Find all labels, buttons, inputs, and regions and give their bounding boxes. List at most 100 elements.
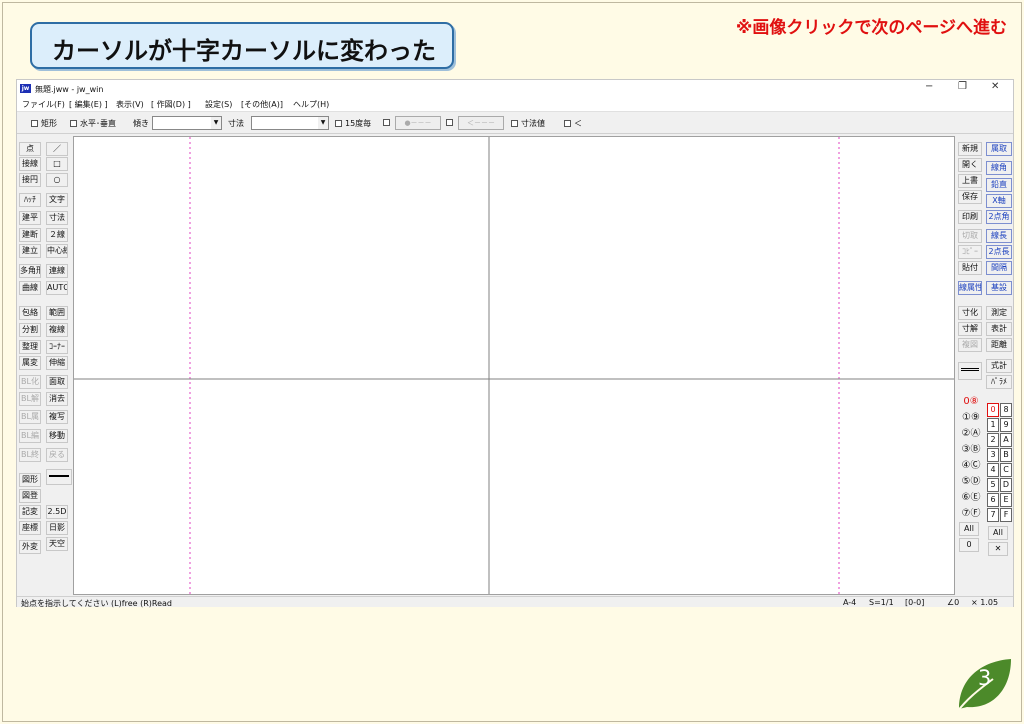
arrow2-checkbox[interactable] (446, 118, 456, 127)
left-tool-20[interactable]: 記変 (19, 505, 41, 519)
left-tool-19[interactable]: 図登 (19, 489, 41, 503)
right-tool-b-12[interactable]: 式計 (986, 359, 1012, 373)
left-tool-2[interactable]: 接円 (19, 173, 41, 187)
left-tool-1[interactable]: 接線 (19, 157, 41, 171)
layer-1[interactable]: 1 (987, 418, 999, 432)
left-tool-5[interactable]: 建断 (19, 228, 41, 242)
left-tool-b-19[interactable]: 2.5D (46, 505, 68, 519)
arrow1-button[interactable]: ●－－－ (395, 116, 441, 130)
right-tool-0[interactable]: 新規 (958, 142, 982, 156)
right-tool-b-3[interactable]: X軸 (986, 194, 1012, 208)
line-type-button[interactable] (46, 469, 72, 485)
left-tool-b-5[interactable]: ２線 (46, 228, 68, 242)
dimval-checkbox[interactable]: 寸法値 (511, 118, 545, 129)
right-tool-1[interactable]: 開く (958, 158, 982, 172)
layer-E[interactable]: E (1000, 493, 1012, 507)
next-page-notice[interactable]: ※画像クリックで次のページへ進む (736, 13, 1007, 38)
layers-all-button[interactable]: All (988, 526, 1008, 540)
right-tool-b-10[interactable]: 表計 (986, 322, 1012, 336)
left-tool-b-21[interactable]: 天空 (46, 537, 68, 551)
line-type-display[interactable] (958, 362, 982, 380)
left-tool-b-9[interactable]: 範囲 (46, 306, 68, 320)
layer-group-1[interactable]: ①⑨ (958, 412, 984, 426)
menu-view[interactable]: 表示(V) (116, 99, 144, 110)
menu-settings[interactable]: 設定(S) (205, 99, 232, 110)
layer-2[interactable]: 2 (987, 433, 999, 447)
left-tool-b-8[interactable]: AUTO (46, 281, 68, 295)
left-tool-12[interactable]: 属変 (19, 356, 41, 370)
arrow1-checkbox[interactable] (383, 118, 393, 127)
layer-8[interactable]: 8 (1000, 403, 1012, 417)
right-tool-b-9[interactable]: 測定 (986, 306, 1012, 320)
deg15-checkbox[interactable]: 15度毎 (335, 118, 371, 129)
lt-checkbox[interactable]: ＜ (564, 118, 582, 129)
left-tool-b-11[interactable]: ｺｰﾅｰ (46, 340, 68, 354)
scale-readout[interactable]: S=1/1 (869, 598, 894, 607)
right-tool-7[interactable]: 貼付 (958, 261, 982, 275)
left-tool-b-13[interactable]: 面取 (46, 375, 68, 389)
layer-A[interactable]: A (1000, 433, 1012, 447)
layer-9[interactable]: 9 (1000, 418, 1012, 432)
layer-group-0[interactable]: 0⑧ (958, 396, 984, 410)
left-tool-10[interactable]: 分割 (19, 323, 41, 337)
left-tool-22[interactable]: 外変 (19, 540, 41, 554)
right-tool-10[interactable]: 寸解 (958, 322, 982, 336)
left-tool-7[interactable]: 多角形 (19, 264, 41, 278)
left-tool-b-3[interactable]: 文字 (46, 193, 68, 207)
layer-0[interactable]: 0 (987, 403, 999, 417)
left-tool-b-2[interactable]: ○ (46, 173, 68, 187)
arrow2-button[interactable]: ＜－－－ (458, 116, 504, 130)
right-tool-b-13[interactable]: ﾊﾟﾗﾒ (986, 375, 1012, 389)
right-tool-b-11[interactable]: 距離 (986, 338, 1012, 352)
layer-B[interactable]: B (1000, 448, 1012, 462)
layer-3[interactable]: 3 (987, 448, 999, 462)
rect-checkbox[interactable]: 矩形 (31, 118, 57, 129)
left-tool-16[interactable]: BL編 (19, 429, 41, 443)
tilt-combo[interactable]: ▼ (152, 116, 222, 130)
layer-group-6[interactable]: ⑥Ⓔ (958, 492, 984, 506)
layer-readout[interactable]: [0-0] (905, 598, 924, 607)
layer-group-2[interactable]: ②Ⓐ (958, 428, 984, 442)
left-tool-b-14[interactable]: 消去 (46, 392, 68, 406)
layers-hide-button[interactable]: ✕ (988, 542, 1008, 556)
left-tool-21[interactable]: 座標 (19, 521, 41, 535)
right-tool-b-0[interactable]: 属取 (986, 142, 1012, 156)
restore-icon[interactable]: ❐ (958, 81, 967, 92)
right-tool-b-6[interactable]: 2点長 (986, 245, 1012, 259)
right-tool-11[interactable]: 複図 (958, 338, 982, 352)
left-tool-14[interactable]: BL解 (19, 392, 41, 406)
menu-edit[interactable]: [ 編集(E) ] (69, 99, 108, 110)
layer-group-4[interactable]: ④Ⓒ (958, 460, 984, 474)
zoom-readout[interactable]: × 1.05 (971, 598, 998, 607)
left-tool-b-12[interactable]: 伸縮 (46, 356, 68, 370)
left-tool-b-20[interactable]: 日影 (46, 521, 68, 535)
right-tool-b-5[interactable]: 線長 (986, 229, 1012, 243)
right-tool-4[interactable]: 印刷 (958, 210, 982, 224)
right-tool-2[interactable]: 上書 (958, 174, 982, 188)
left-tool-b-10[interactable]: 複線 (46, 323, 68, 337)
minimize-icon[interactable]: − (925, 81, 933, 92)
left-tool-13[interactable]: BL化 (19, 375, 41, 389)
left-tool-8[interactable]: 曲線 (19, 281, 41, 295)
layer-D[interactable]: D (1000, 478, 1012, 492)
layer-6[interactable]: 6 (987, 493, 999, 507)
layer-group-zero-button[interactable]: 0 (959, 538, 979, 552)
dim-combo[interactable]: ▼ (251, 116, 329, 130)
right-tool-b-1[interactable]: 線角 (986, 161, 1012, 175)
left-tool-17[interactable]: BL終 (19, 448, 41, 462)
right-tool-8[interactable]: 線属性 (958, 281, 982, 295)
left-tool-4[interactable]: 建平 (19, 211, 41, 225)
right-tool-5[interactable]: 切取 (958, 229, 982, 243)
right-tool-9[interactable]: 寸化 (958, 306, 982, 320)
left-tool-6[interactable]: 建立 (19, 244, 41, 258)
left-tool-b-16[interactable]: 移動 (46, 429, 68, 443)
left-tool-b-7[interactable]: 連線 (46, 264, 68, 278)
left-tool-11[interactable]: 整理 (19, 340, 41, 354)
menu-help[interactable]: ヘルプ(H) (293, 99, 329, 110)
left-tool-0[interactable]: 点 (19, 142, 41, 156)
layer-4[interactable]: 4 (987, 463, 999, 477)
layer-group-7[interactable]: ⑦Ⓕ (958, 508, 984, 522)
layer-5[interactable]: 5 (987, 478, 999, 492)
paper-size[interactable]: A-4 (843, 598, 856, 607)
left-tool-b-4[interactable]: 寸法 (46, 211, 68, 225)
